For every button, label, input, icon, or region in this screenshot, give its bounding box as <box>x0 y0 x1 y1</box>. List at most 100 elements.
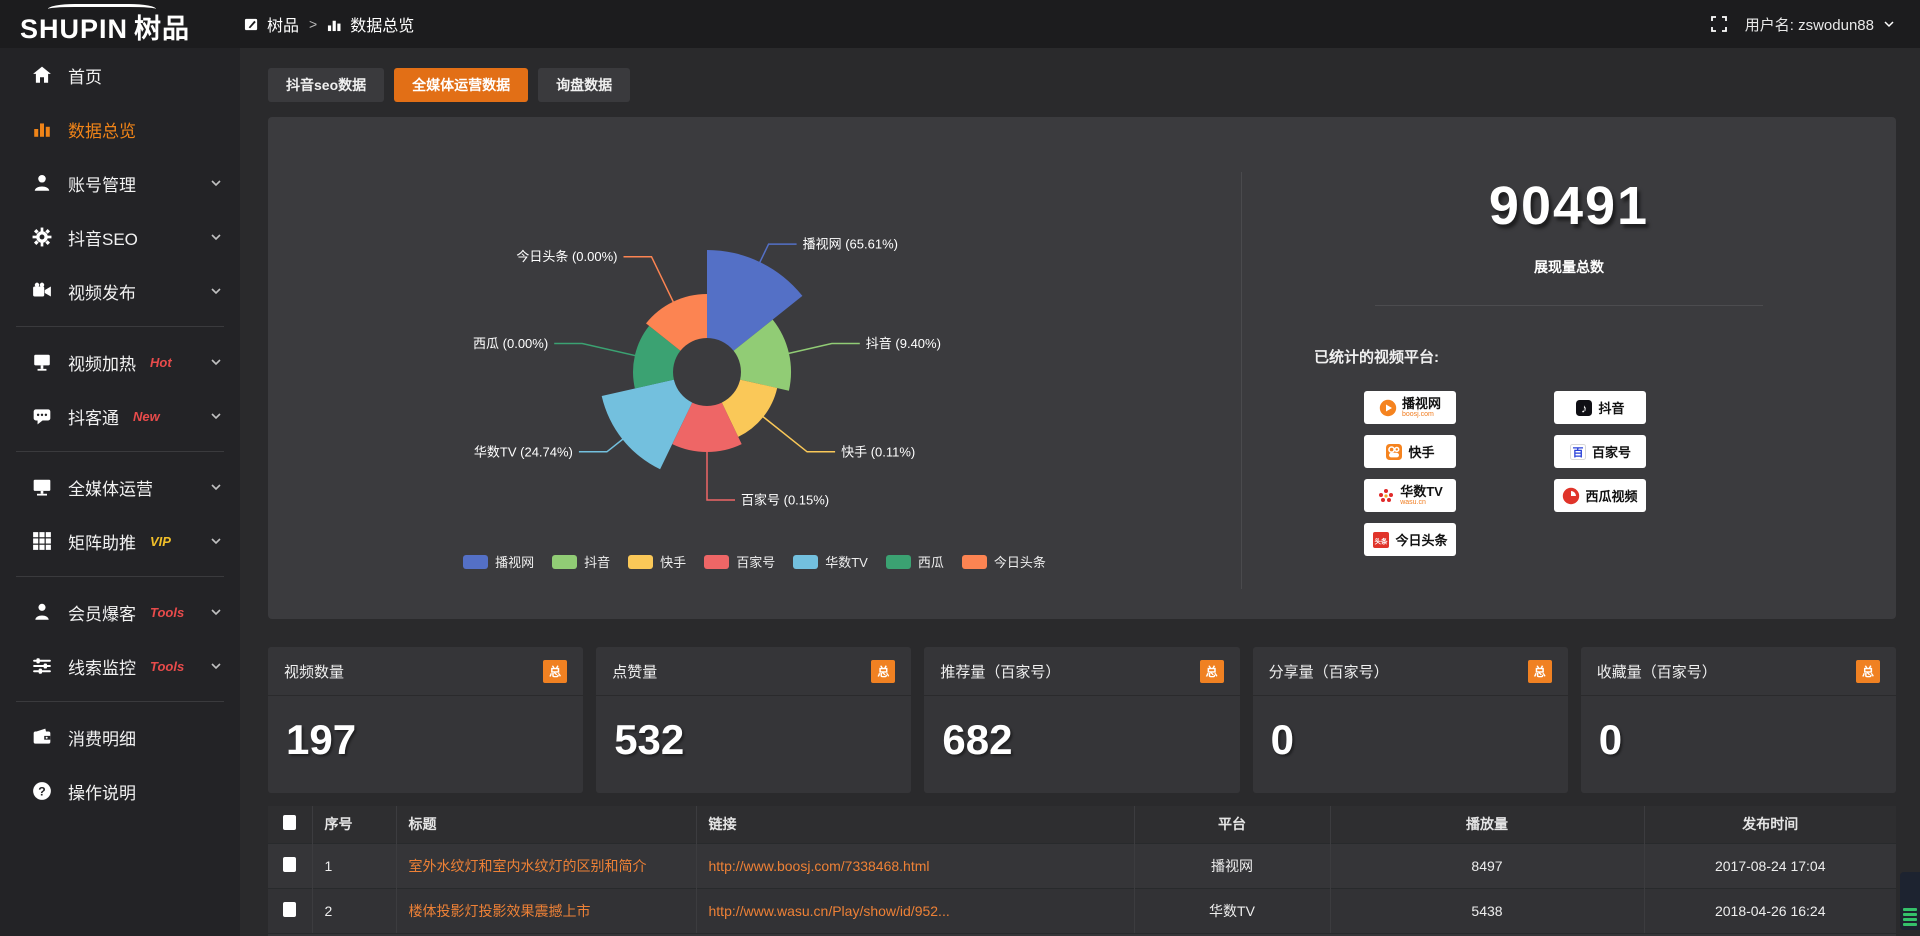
pie-slice-华数TV[interactable] <box>602 380 693 470</box>
total-badge[interactable]: 总 <box>1528 660 1552 683</box>
pie-label-西瓜: 西瓜 (0.00%) <box>473 336 548 351</box>
chevron-down-icon <box>210 177 222 189</box>
platform-badge-播视网[interactable]: 播视网boosj.com <box>1364 391 1456 424</box>
platform-name: 抖音 <box>1598 398 1624 417</box>
pie-label-line <box>786 344 860 355</box>
total-badge[interactable]: 总 <box>543 660 567 683</box>
sidebar-item-badge: Tools <box>150 659 184 674</box>
sidebar-item-12[interactable]: 会员爆客Tools <box>0 585 240 639</box>
legend-item-快手[interactable]: 快手 <box>628 552 686 571</box>
stat-card-3: 分享量（百家号）总0 <box>1253 647 1568 793</box>
wasu-logo <box>1377 487 1395 505</box>
sidebar-item-13[interactable]: 线索监控Tools <box>0 639 240 693</box>
screen-icon <box>32 352 52 372</box>
total-badge[interactable]: 总 <box>1856 660 1880 683</box>
sidebar-item-16[interactable]: ?操作说明 <box>0 764 240 818</box>
stat-card-2: 推荐量（百家号）总682 <box>924 647 1239 793</box>
legend-item-抖音[interactable]: 抖音 <box>552 552 610 571</box>
cell-platform: 华数TV <box>1134 888 1330 933</box>
bar-chart-icon <box>327 17 342 32</box>
table-row-2: 2 楼体投影灯投影效果震撼上市 http://www.wasu.cn/Play/sh… <box>268 888 1896 933</box>
sidebar-item-label: 抖音SEO <box>68 225 138 250</box>
legend-item-百家号[interactable]: 百家号 <box>704 552 775 571</box>
member-icon <box>32 602 52 622</box>
cell-plays: 8497 <box>1330 843 1644 888</box>
sidebar-divider <box>16 701 224 702</box>
platform-badge-今日头条[interactable]: 头条今日头条 <box>1364 523 1456 556</box>
wallet-icon <box>32 727 52 747</box>
rose-pie-chart[interactable]: 播视网 (65.61%)抖音 (9.40%)快手 (0.11%)百家号 (0.1… <box>268 117 1241 557</box>
platform-badge-西瓜视频[interactable]: 西瓜视频 <box>1554 479 1646 512</box>
tab-2[interactable]: 询盘数据 <box>538 68 630 102</box>
video-url-link[interactable]: http://www.wasu.cn/Play/show/id/952... <box>709 903 1122 919</box>
total-badge[interactable]: 总 <box>871 660 895 683</box>
breadcrumb-separator: > <box>309 16 317 32</box>
platform-badge-百家号[interactable]: 百百家号 <box>1554 435 1646 468</box>
sidebar-item-9[interactable]: 全媒体运营 <box>0 460 240 514</box>
legend-label: 快手 <box>660 552 686 571</box>
sidebar-item-10[interactable]: 矩阵助推VIP <box>0 514 240 568</box>
sidebar-item-6[interactable]: 视频加热Hot <box>0 335 240 389</box>
pie-label-华数TV: 华数TV (24.74%) <box>474 444 573 459</box>
legend-label: 百家号 <box>736 552 775 571</box>
row-checkbox[interactable] <box>283 857 296 872</box>
pie-label-line <box>624 257 675 305</box>
breadcrumb-current: 数据总览 <box>350 12 414 36</box>
legend-item-西瓜[interactable]: 西瓜 <box>886 552 944 571</box>
pie-label-百家号: 百家号 (0.15%) <box>741 493 829 508</box>
home-icon <box>32 65 52 85</box>
tab-1[interactable]: 全媒体运营数据 <box>394 68 528 102</box>
legend-swatch <box>552 555 577 569</box>
video-url-link[interactable]: http://www.boosj.com/7338468.html <box>709 858 1122 874</box>
platform-badge-快手[interactable]: 快手 <box>1364 435 1456 468</box>
sidebar-item-4[interactable]: 视频发布 <box>0 264 240 318</box>
sidebar-item-label: 数据总览 <box>68 117 136 142</box>
platform-badge-华数TV[interactable]: 华数TVwasu.cn <box>1364 479 1456 512</box>
sidebar-item-0[interactable]: 首页 <box>0 48 240 102</box>
sidebar-item-label: 首页 <box>68 63 102 88</box>
platform-badge-抖音[interactable]: ♪ 抖音 <box>1554 391 1646 424</box>
xigua-logo <box>1562 487 1580 505</box>
sidebar-item-2[interactable]: 账号管理 <box>0 156 240 210</box>
video-title-link[interactable]: 楼体投影灯投影效果震撼上市 <box>409 901 684 921</box>
sidebar-item-3[interactable]: 抖音SEO <box>0 210 240 264</box>
stat-card-title: 推荐量（百家号） <box>940 661 1060 682</box>
sidebar-item-1[interactable]: 数据总览 <box>0 102 240 156</box>
stat-cards: 视频数量总197点赞量总532推荐量（百家号）总682分享量（百家号）总0收藏量… <box>268 647 1896 793</box>
total-impressions-value: 90491 <box>1242 175 1896 237</box>
stat-card-title: 收藏量（百家号） <box>1597 661 1717 682</box>
legend-item-播视网[interactable]: 播视网 <box>463 552 534 571</box>
tab-0[interactable]: 抖音seo数据 <box>268 68 384 102</box>
monitor-icon <box>32 477 52 497</box>
svg-text:♪: ♪ <box>1581 401 1587 415</box>
sidebar-item-label: 会员爆客 <box>68 600 136 625</box>
pie-label-line <box>761 415 835 452</box>
sidebar-item-7[interactable]: 抖客通New <box>0 389 240 443</box>
platform-name: 快手 <box>1408 442 1434 461</box>
cell-seq: 2 <box>312 888 396 933</box>
pie-label-line <box>579 438 625 452</box>
cell-seq: 1 <box>312 843 396 888</box>
legend-item-今日头条[interactable]: 今日头条 <box>962 552 1046 571</box>
question-icon: ? <box>32 781 52 801</box>
select-all-checkbox[interactable] <box>283 815 296 830</box>
chevron-down-icon <box>210 606 222 618</box>
username[interactable]: 用户名: zswodun88 <box>1745 14 1874 35</box>
platform-name: 华数TV <box>1400 485 1443 498</box>
floating-service-widget[interactable] <box>1900 872 1920 930</box>
column-header-1: 标题 <box>396 806 696 843</box>
total-badge[interactable]: 总 <box>1200 660 1224 683</box>
pie-label-line <box>707 449 735 500</box>
pie-label-今日头条: 今日头条 (0.00%) <box>516 249 617 264</box>
breadcrumb-root[interactable]: 树品 <box>267 12 299 36</box>
video-title-link[interactable]: 室外水纹灯和室内水纹灯的区别和简介 <box>409 856 684 876</box>
sidebar-item-label: 全媒体运营 <box>68 475 153 500</box>
sidebar-item-15[interactable]: 消费明细 <box>0 710 240 764</box>
baijiahao-logo: 百 <box>1569 443 1587 461</box>
row-checkbox[interactable] <box>283 902 296 917</box>
legend-item-华数TV[interactable]: 华数TV <box>793 552 868 571</box>
fullscreen-icon[interactable] <box>1711 16 1727 32</box>
stat-card-value: 532 <box>596 696 911 764</box>
main-content: 抖音seo数据全媒体运营数据询盘数据 播视网 (65.61%)抖音 (9.40%… <box>240 48 1920 936</box>
chevron-down-icon <box>210 481 222 493</box>
